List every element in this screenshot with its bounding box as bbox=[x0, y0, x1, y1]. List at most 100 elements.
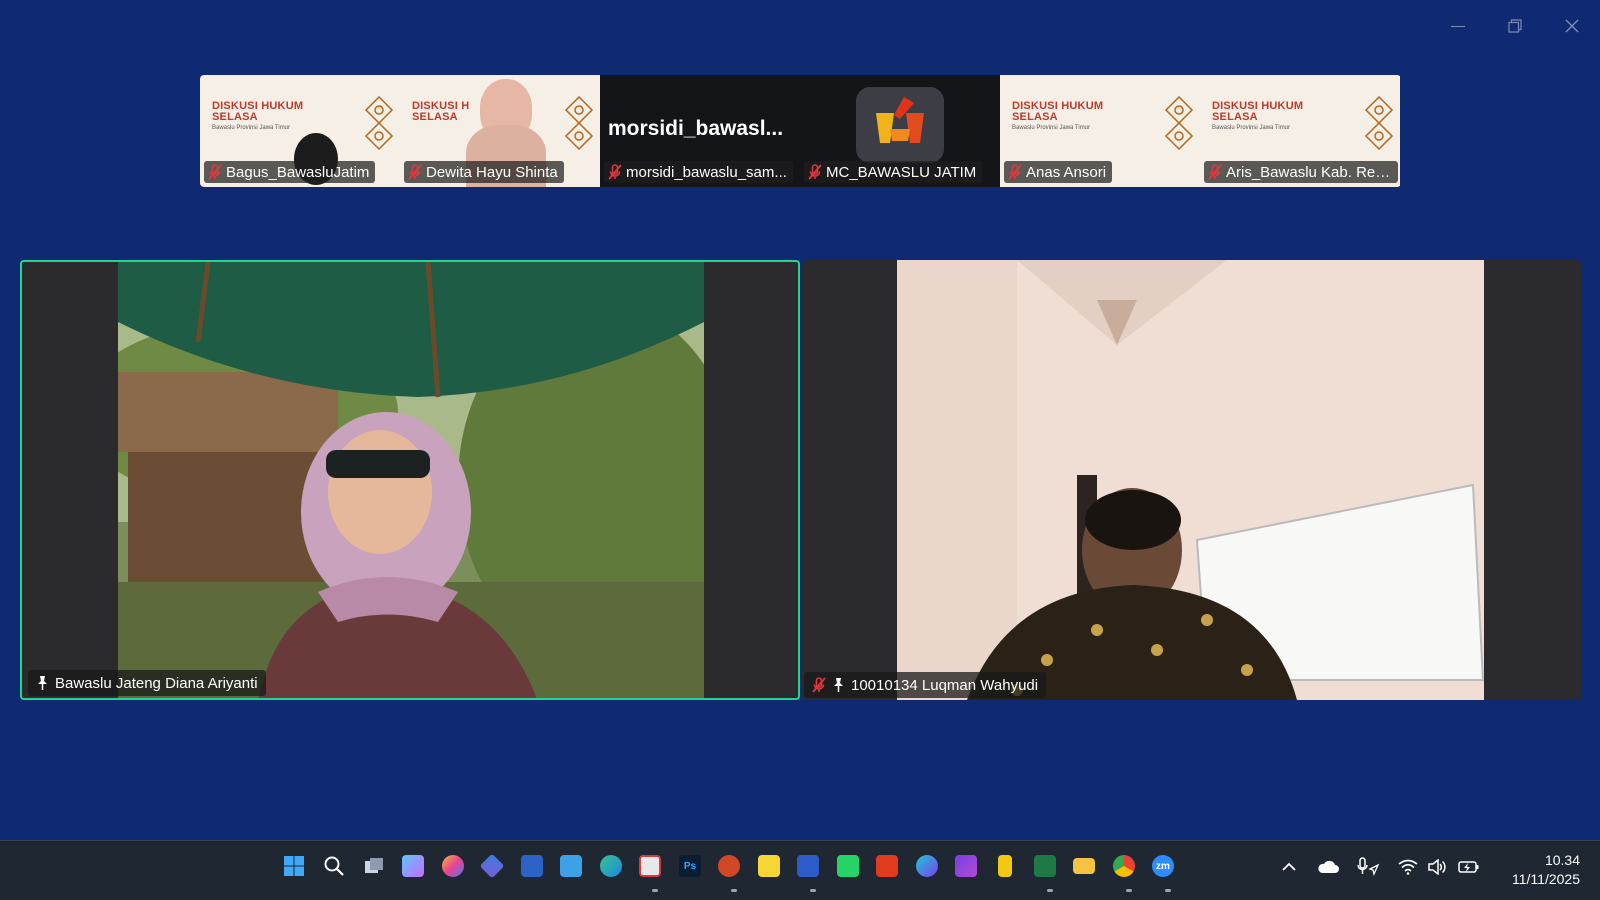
acrobat-app[interactable] bbox=[872, 851, 902, 881]
copilot-icon bbox=[402, 855, 424, 877]
participant-name: morsidi_bawaslu_sam... bbox=[626, 163, 787, 181]
mic-muted-icon bbox=[608, 164, 622, 180]
banner-subtitle: Bawaslu Provinsi Jawa Timur bbox=[1012, 125, 1091, 131]
batik-ornament-icon bbox=[564, 95, 594, 151]
participant-thumbnail[interactable]: morsidi_bawasl... morsidi_bawaslu_sam... bbox=[600, 75, 800, 187]
video-frame bbox=[118, 262, 704, 698]
batik-ornament-icon bbox=[1164, 95, 1194, 151]
teams-app[interactable] bbox=[438, 851, 468, 881]
sticky-notes-icon bbox=[758, 855, 780, 877]
banner-title: DISKUSI HUKUM SELASA bbox=[212, 100, 304, 123]
edge-app[interactable] bbox=[596, 851, 626, 881]
windows-start-icon bbox=[284, 856, 304, 876]
canva-icon bbox=[916, 855, 938, 877]
search-button[interactable] bbox=[319, 851, 349, 881]
active-speaker-video-tile[interactable]: Bawaslu Jateng Diana Ariyanti bbox=[20, 260, 800, 700]
battery-button[interactable] bbox=[1457, 855, 1481, 879]
pin-icon bbox=[834, 678, 843, 692]
running-indicator bbox=[731, 889, 737, 892]
clipchamp-icon bbox=[955, 855, 977, 877]
chevron-up-icon bbox=[1282, 862, 1296, 871]
mic-muted-icon bbox=[408, 164, 422, 180]
participant-name: Bagus_BawasluJatim bbox=[226, 163, 370, 181]
zoom-app[interactable]: zm bbox=[1148, 851, 1178, 881]
word-app[interactable] bbox=[793, 851, 823, 881]
task-view-icon bbox=[365, 858, 383, 873]
start-button[interactable] bbox=[279, 851, 309, 881]
word-icon bbox=[797, 855, 819, 877]
banner-title: DISKUSI HUKUM SELASA bbox=[1212, 100, 1304, 123]
chrome-app[interactable] bbox=[1109, 851, 1139, 881]
wifi-button[interactable] bbox=[1396, 855, 1420, 879]
canva-app[interactable] bbox=[912, 851, 942, 881]
store-app[interactable] bbox=[477, 851, 507, 881]
system-clock[interactable]: 10.34 11/11/2025 bbox=[1484, 851, 1580, 889]
participant-thumbnail[interactable]: DISKUSI HUKUM SELASA Bawaslu Provinsi Ja… bbox=[200, 75, 400, 187]
running-indicator bbox=[1126, 889, 1132, 892]
participant-video-tile[interactable]: 10010134 Luqman Wahyudi bbox=[802, 260, 1582, 700]
search-icon bbox=[324, 856, 344, 876]
microphone-icon bbox=[1357, 857, 1380, 876]
participant-thumbnail[interactable]: MC_BAWASLU JATIM bbox=[800, 75, 1000, 187]
zoom-icon: zm bbox=[1152, 855, 1174, 877]
banner-title: DISKUSI H SELASA bbox=[412, 100, 470, 123]
acrobat-icon bbox=[876, 855, 898, 877]
running-indicator bbox=[1165, 889, 1171, 892]
chrome-icon bbox=[1113, 855, 1135, 877]
participant-thumbnail[interactable]: DISKUSI H SELASA Dewita Hayu Shinta bbox=[400, 75, 600, 187]
edge-icon bbox=[600, 855, 622, 877]
participant-display-name: morsidi_bawasl... bbox=[608, 117, 784, 140]
participant-name-label: MC_BAWASLU JATIM bbox=[804, 161, 983, 183]
excel-app[interactable] bbox=[1030, 851, 1060, 881]
powerpoint-icon bbox=[718, 855, 740, 877]
banner-subtitle: Bawaslu Provinsi Jawa Timur bbox=[212, 125, 291, 131]
clipchamp-app[interactable] bbox=[951, 851, 981, 881]
banner-title: DISKUSI HUKUM SELASA bbox=[1012, 100, 1104, 123]
powerpoint-app[interactable] bbox=[714, 851, 744, 881]
close-button[interactable] bbox=[1557, 14, 1587, 38]
bawaslu-logo-icon bbox=[856, 87, 944, 163]
participant-name-label: Bawaslu Jateng Diana Ariyanti bbox=[28, 670, 266, 696]
minimize-button[interactable] bbox=[1443, 14, 1473, 38]
clock-date: 11/11/2025 bbox=[1512, 871, 1580, 887]
notepad-icon bbox=[521, 855, 543, 877]
mail-app[interactable] bbox=[517, 851, 547, 881]
volume-icon bbox=[1428, 859, 1446, 875]
restore-button[interactable] bbox=[1500, 14, 1530, 38]
photoshop-icon: Ps bbox=[679, 855, 701, 877]
participant-thumbnail[interactable]: DISKUSI HUKUM SELASA Bawaslu Provinsi Ja… bbox=[1200, 75, 1400, 187]
notepad-app[interactable] bbox=[556, 851, 586, 881]
close-icon bbox=[1565, 19, 1579, 33]
mic-muted-icon bbox=[1008, 164, 1022, 180]
taskbar: Ps zm 10.34 11/11/2025 bbox=[0, 840, 1600, 900]
file-explorer-app[interactable] bbox=[1069, 851, 1099, 881]
mic-muted-icon bbox=[208, 164, 222, 180]
participant-name-label: Anas Ansori bbox=[1004, 161, 1113, 183]
batik-ornament-icon bbox=[1364, 95, 1394, 151]
sticky-notes-app[interactable] bbox=[754, 851, 784, 881]
participant-name: Aris_Bawaslu Kab. Rem... bbox=[1226, 163, 1392, 181]
participant-name-label: morsidi_bawaslu_sam... bbox=[604, 161, 793, 183]
participant-name-label: 10010134 Luqman Wahyudi bbox=[804, 672, 1047, 698]
participant-name-label: Bagus_BawasluJatim bbox=[204, 161, 376, 183]
excel-icon bbox=[1034, 855, 1056, 877]
copilot-app[interactable] bbox=[398, 851, 428, 881]
store-icon bbox=[479, 853, 505, 879]
participant-video bbox=[118, 262, 704, 698]
microphone-location-button[interactable] bbox=[1356, 855, 1380, 879]
participant-name: Bawaslu Jateng Diana Ariyanti bbox=[55, 674, 258, 692]
teams-icon bbox=[442, 855, 464, 877]
whatsapp-icon bbox=[837, 855, 859, 877]
mic-muted-icon bbox=[1208, 164, 1222, 180]
participant-name: Dewita Hayu Shinta bbox=[426, 163, 558, 181]
photoshop-app[interactable]: Ps bbox=[675, 851, 705, 881]
participant-thumbnail[interactable]: DISKUSI HUKUM SELASA Bawaslu Provinsi Ja… bbox=[1000, 75, 1200, 187]
whatsapp-app[interactable] bbox=[833, 851, 863, 881]
onedrive-button[interactable] bbox=[1316, 855, 1340, 879]
cloud-icon bbox=[1318, 860, 1339, 873]
task-view-button[interactable] bbox=[359, 851, 389, 881]
snipping-tool-app[interactable] bbox=[635, 851, 665, 881]
power-bi-app[interactable] bbox=[990, 851, 1020, 881]
show-hidden-icons-button[interactable] bbox=[1277, 855, 1301, 879]
volume-button[interactable] bbox=[1425, 855, 1449, 879]
